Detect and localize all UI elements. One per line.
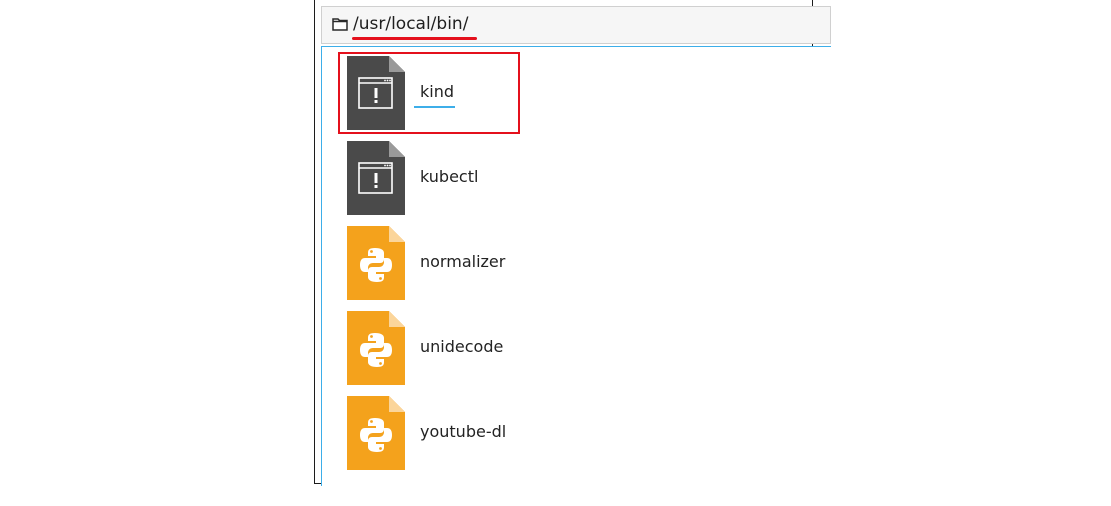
location-path[interactable]: /usr/local/bin/ xyxy=(353,14,468,34)
file-name[interactable]: youtube-dl xyxy=(420,422,506,441)
file-name[interactable]: kubectl xyxy=(420,167,478,186)
binary-executable-icon xyxy=(347,141,405,215)
file-name[interactable]: normalizer xyxy=(420,252,505,271)
file-name[interactable]: unidecode xyxy=(420,337,503,356)
file-item-unidecode[interactable]: unidecode xyxy=(347,311,747,385)
file-item-normalizer[interactable]: normalizer xyxy=(347,226,747,300)
folder-icon xyxy=(332,18,348,31)
python-script-icon xyxy=(347,396,405,470)
file-item-youtube-dl[interactable]: youtube-dl xyxy=(347,396,747,470)
python-script-icon xyxy=(347,226,405,300)
selection-annotation-box xyxy=(338,52,520,134)
python-script-icon xyxy=(347,311,405,385)
path-annotation-underline xyxy=(352,37,477,40)
file-item-kubectl[interactable]: kubectl xyxy=(347,141,747,215)
